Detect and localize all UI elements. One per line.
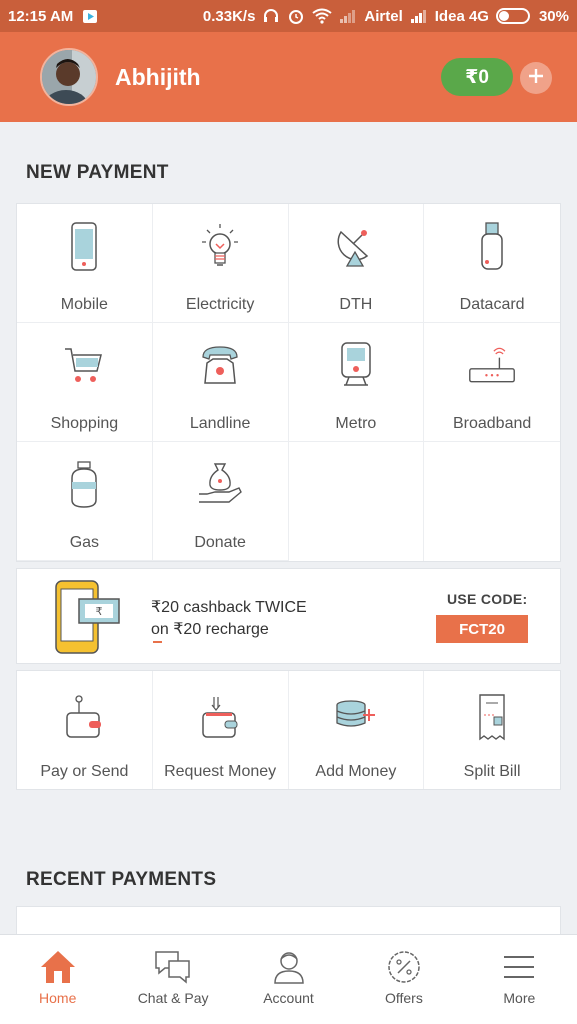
nav-label: More: [503, 990, 536, 1006]
menu-icon: [499, 947, 539, 987]
nav-label: Offers: [384, 990, 423, 1006]
recent-payments-list: [16, 906, 561, 936]
satellite-dish-icon: [331, 222, 381, 272]
network-speed: 0.33K/s: [202, 7, 256, 25]
tile-electricity[interactable]: Electricity: [152, 204, 289, 323]
recent-payments-title: RECENT PAYMENTS: [26, 869, 217, 890]
tile-landline[interactable]: Landline: [152, 323, 289, 442]
train-icon: [331, 341, 381, 391]
nav-account[interactable]: Account: [231, 935, 346, 1024]
nav-chat-pay[interactable]: Chat & Pay: [115, 935, 230, 1024]
carrier-1: Airtel: [364, 7, 403, 25]
svg-text:₹: ₹: [96, 606, 103, 618]
tile-label: Metro: [335, 415, 377, 432]
cart-icon: [59, 341, 109, 391]
offers-badge-icon: [384, 947, 424, 987]
tile-label: Broadband: [452, 415, 532, 432]
nav-more[interactable]: More: [462, 935, 577, 1024]
app-header: Abhijith ₹0: [0, 32, 577, 122]
wallet-request-icon: [195, 693, 245, 743]
tile-empty: [424, 442, 560, 561]
status-time: 12:15 AM: [8, 7, 74, 25]
nav-label: Home: [39, 990, 77, 1006]
chat-icon: [153, 947, 193, 987]
status-bar: 12:15 AM 0.33K/s Airtel Idea 4G 30%: [0, 0, 577, 32]
tile-label: Gas: [69, 534, 100, 551]
router-icon: [467, 341, 517, 391]
headphones-icon: [262, 7, 280, 25]
receipt-icon: [467, 693, 517, 743]
add-money-plus-button[interactable]: [520, 62, 552, 94]
battery-percent: 30%: [538, 7, 569, 25]
promo-accent-line: [153, 641, 162, 643]
username: Abhijith: [115, 63, 201, 90]
promo-line-1: ₹20 cashback TWICE: [151, 599, 307, 616]
tile-mobile[interactable]: Mobile: [17, 204, 153, 323]
tile-donate[interactable]: Donate: [152, 442, 289, 561]
usb-dongle-icon: [467, 222, 517, 272]
user-icon: [269, 947, 309, 987]
new-payment-grid: Mobile Electricity DTH Datacard Shopping: [16, 203, 561, 562]
phone-cashback-icon: ₹: [53, 579, 125, 660]
tile-label: Datacard: [459, 296, 525, 313]
play-store-icon: [81, 7, 99, 25]
bulb-icon: [195, 222, 245, 272]
nav-home[interactable]: Home: [0, 935, 115, 1024]
action-label: Pay or Send: [40, 763, 129, 780]
tile-label: Shopping: [50, 415, 119, 432]
home-icon: [38, 947, 78, 987]
plus-icon: [527, 67, 545, 90]
tile-gas[interactable]: Gas: [17, 442, 153, 561]
split-bill-button[interactable]: Split Bill: [424, 671, 560, 789]
use-code-label: USE CODE:: [447, 591, 528, 607]
promo-banner[interactable]: ₹ ₹20 cashback TWICE on ₹20 recharge USE…: [16, 568, 561, 664]
promo-line-2: on ₹20 recharge: [151, 621, 269, 638]
tile-label: Mobile: [60, 296, 108, 313]
add-money-icon: [331, 693, 381, 743]
tile-label: DTH: [339, 296, 373, 313]
tile-metro[interactable]: Metro: [288, 323, 425, 442]
action-label: Split Bill: [463, 763, 521, 780]
action-label: Request Money: [164, 763, 277, 780]
tile-dth[interactable]: DTH: [288, 204, 425, 323]
bottom-navigation: Home Chat & Pay Account Offers More: [0, 934, 577, 1024]
tile-label: Landline: [189, 415, 251, 432]
promo-code-badge[interactable]: FCT20: [436, 615, 528, 643]
request-money-button[interactable]: Request Money: [153, 671, 289, 789]
tile-datacard[interactable]: Datacard: [424, 204, 560, 323]
telephone-icon: [195, 341, 245, 391]
battery-icon: [495, 8, 532, 24]
tile-empty: [289, 442, 425, 561]
alarm-icon: [287, 7, 305, 25]
money-actions: Pay or Send Request Money Add Money Spli…: [16, 670, 561, 790]
tile-shopping[interactable]: Shopping: [17, 323, 153, 442]
add-money-button[interactable]: Add Money: [289, 671, 425, 789]
action-label: Add Money: [315, 763, 397, 780]
nav-label: Account: [263, 990, 314, 1006]
nav-offers[interactable]: Offers: [346, 935, 461, 1024]
pay-or-send-button[interactable]: Pay or Send: [17, 671, 153, 789]
promo-text: ₹20 cashback TWICE on ₹20 recharge: [151, 597, 307, 641]
tile-label: Electricity: [185, 296, 255, 313]
carrier-2: Idea 4G: [434, 7, 489, 25]
tile-broadband[interactable]: Broadband: [424, 323, 560, 442]
signal-icon: [339, 9, 357, 23]
avatar[interactable]: [40, 48, 98, 106]
nav-label: Chat & Pay: [137, 990, 209, 1006]
mobile-icon: [59, 222, 109, 272]
donate-hand-icon: [195, 460, 245, 510]
wallet-balance-button[interactable]: ₹0: [441, 58, 513, 96]
signal-icon: [410, 9, 428, 23]
gas-cylinder-icon: [59, 460, 109, 510]
tile-label: Donate: [194, 534, 246, 551]
wifi-icon: [312, 8, 333, 24]
new-payment-title: NEW PAYMENT: [26, 162, 169, 183]
wallet-send-icon: [59, 693, 109, 743]
